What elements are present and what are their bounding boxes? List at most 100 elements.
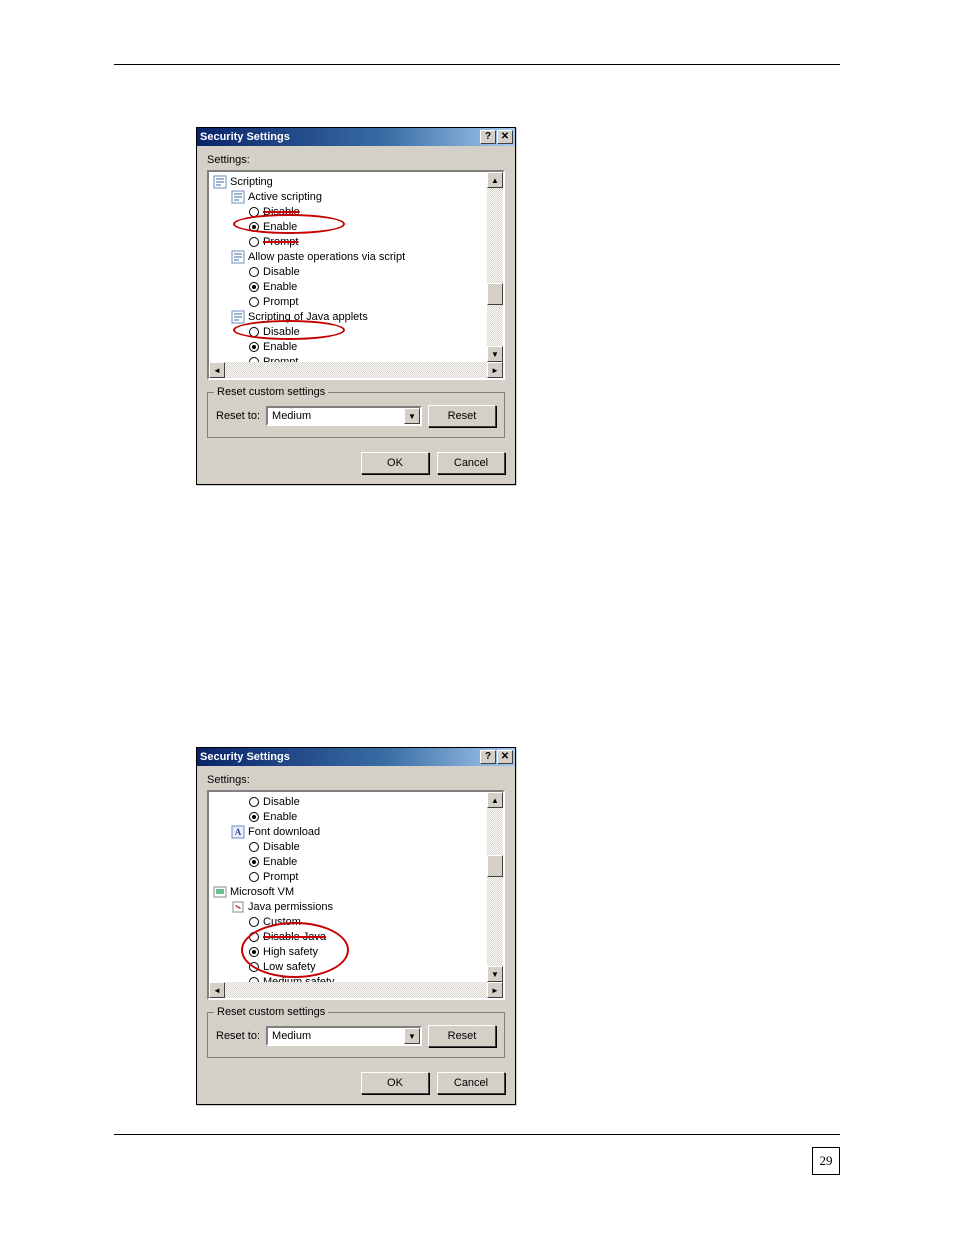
radio-option[interactable]: Disable — [213, 324, 485, 339]
radio-option[interactable]: Enable — [213, 279, 485, 294]
radio-option[interactable]: Disable — [213, 839, 485, 854]
tree-item: Active scripting — [213, 189, 485, 204]
scroll-left-icon[interactable]: ◄ — [209, 362, 225, 378]
dialog-title: Security Settings — [200, 751, 480, 763]
tree-item: Microsoft VM — [213, 884, 485, 899]
radio-option[interactable]: Prompt — [213, 869, 485, 884]
reset-to-label: Reset to: — [216, 1030, 260, 1042]
radio-option[interactable]: Medium safety — [213, 974, 485, 982]
option-label: Enable — [263, 341, 297, 353]
option-label: Disable — [263, 326, 300, 338]
reset-to-dropdown[interactable]: Medium ▼ — [266, 406, 422, 426]
vertical-scrollbar[interactable]: ▲ ▼ — [487, 792, 503, 982]
dropdown-value: Medium — [272, 410, 311, 422]
scripting-icon — [231, 250, 245, 264]
cancel-button[interactable]: Cancel — [437, 452, 505, 474]
security-settings-dialog-2: Security Settings ? ✕ Settings: Disable … — [196, 747, 516, 1105]
reset-button[interactable]: Reset — [428, 405, 496, 427]
option-label: High safety — [263, 946, 318, 958]
option-label: Prompt — [263, 356, 298, 363]
reset-button[interactable]: Reset — [428, 1025, 496, 1047]
radio-option[interactable]: Enable — [213, 339, 485, 354]
reset-custom-settings-group: Reset custom settings Reset to: Medium ▼… — [207, 392, 505, 438]
scroll-down-icon[interactable]: ▼ — [487, 966, 503, 982]
scroll-left-icon[interactable]: ◄ — [209, 982, 225, 998]
radio-option[interactable]: Enable — [213, 809, 485, 824]
scroll-thumb[interactable] — [487, 283, 503, 305]
chevron-down-icon[interactable]: ▼ — [404, 408, 420, 424]
radio-option[interactable]: High safety — [213, 944, 485, 959]
radio-option[interactable]: Disable — [213, 264, 485, 279]
option-label: Disable Java — [263, 931, 326, 943]
tree-item: Allow paste operations via script — [213, 249, 485, 264]
font-download-icon: A — [231, 825, 245, 839]
svg-text:A: A — [235, 827, 242, 837]
tree-label: Allow paste operations via script — [248, 251, 405, 263]
tree-label: Active scripting — [248, 191, 322, 203]
option-label: Enable — [263, 811, 297, 823]
dropdown-value: Medium — [272, 1030, 311, 1042]
scroll-right-icon[interactable]: ► — [487, 982, 503, 998]
ok-button[interactable]: OK — [361, 1072, 429, 1094]
close-button[interactable]: ✕ — [497, 130, 513, 144]
settings-label: Settings: — [207, 774, 505, 786]
tree-label: Java permissions — [248, 901, 333, 913]
horizontal-scrollbar[interactable]: ◄ ► — [209, 362, 503, 378]
security-settings-dialog-1: Security Settings ? ✕ Settings: — [196, 127, 516, 485]
microsoft-vm-icon — [213, 885, 227, 899]
ok-button[interactable]: OK — [361, 452, 429, 474]
radio-option[interactable]: Prompt — [213, 354, 485, 362]
radio-option[interactable]: Low safety — [213, 959, 485, 974]
radio-option[interactable]: Enable — [213, 854, 485, 869]
help-button[interactable]: ? — [480, 750, 496, 764]
groupbox-legend: Reset custom settings — [214, 386, 328, 398]
option-label: Low safety — [263, 961, 316, 973]
option-label: Prompt — [263, 236, 298, 248]
tree-item: Scripting of Java applets — [213, 309, 485, 324]
vertical-scrollbar[interactable]: ▲ ▼ — [487, 172, 503, 362]
scroll-up-icon[interactable]: ▲ — [487, 792, 503, 808]
page-number: 29 — [812, 1147, 840, 1175]
scroll-right-icon[interactable]: ► — [487, 362, 503, 378]
button-label: OK — [387, 457, 403, 469]
reset-to-dropdown[interactable]: Medium ▼ — [266, 1026, 422, 1046]
radio-option[interactable]: Disable — [213, 794, 485, 809]
chevron-down-icon[interactable]: ▼ — [404, 1028, 420, 1044]
radio-option[interactable]: Enable — [213, 219, 485, 234]
tree-label: Scripting of Java applets — [248, 311, 368, 323]
radio-option[interactable]: Prompt — [213, 294, 485, 309]
tree-item: Java permissions — [213, 899, 485, 914]
option-label: Prompt — [263, 296, 298, 308]
option-label: Enable — [263, 281, 297, 293]
radio-option[interactable]: Disable Java — [213, 929, 485, 944]
option-label: Disable — [263, 266, 300, 278]
close-button[interactable]: ✕ — [497, 750, 513, 764]
option-label: Custom — [263, 916, 301, 928]
option-label: Enable — [263, 856, 297, 868]
option-label: Enable — [263, 221, 297, 233]
option-label: Disable — [263, 841, 300, 853]
horizontal-scrollbar[interactable]: ◄ ► — [209, 982, 503, 998]
java-permissions-icon — [231, 900, 245, 914]
settings-list: Disable Enable A Font download Disable E… — [207, 790, 505, 1000]
settings-list: Scripting Active scripting Disable Enabl… — [207, 170, 505, 380]
groupbox-legend: Reset custom settings — [214, 1006, 328, 1018]
bottom-rule — [114, 1134, 840, 1135]
scroll-thumb[interactable] — [487, 855, 503, 877]
help-button[interactable]: ? — [480, 130, 496, 144]
cancel-button[interactable]: Cancel — [437, 1072, 505, 1094]
tree-item: Scripting — [213, 174, 485, 189]
tree-item: A Font download — [213, 824, 485, 839]
scroll-down-icon[interactable]: ▼ — [487, 346, 503, 362]
scroll-up-icon[interactable]: ▲ — [487, 172, 503, 188]
tree-label: Microsoft VM — [230, 886, 294, 898]
reset-custom-settings-group: Reset custom settings Reset to: Medium ▼… — [207, 1012, 505, 1058]
radio-option[interactable]: Disable — [213, 204, 485, 219]
page-number-value: 29 — [820, 1153, 833, 1169]
radio-option[interactable]: Prompt — [213, 234, 485, 249]
settings-label: Settings: — [207, 154, 505, 166]
scripting-icon — [231, 310, 245, 324]
scripting-icon — [213, 175, 227, 189]
button-label: Cancel — [454, 457, 488, 469]
radio-option[interactable]: Custom — [213, 914, 485, 929]
